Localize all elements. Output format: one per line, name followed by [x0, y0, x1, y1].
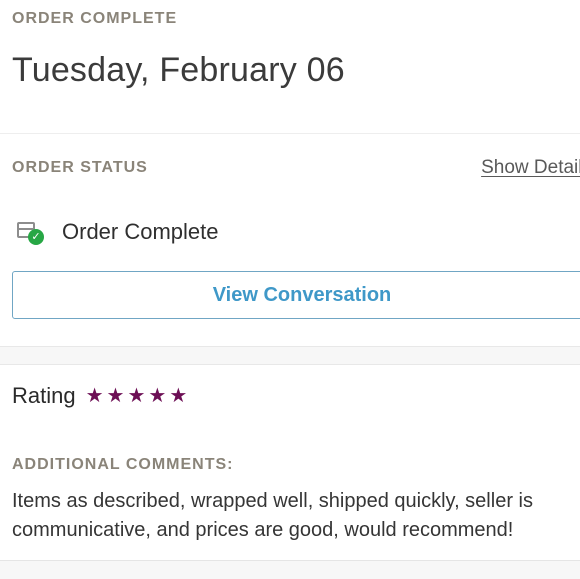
comment-line-2: communicative, and prices are good, woul… — [12, 519, 514, 541]
order-date: Tuesday, February 06 — [12, 51, 345, 89]
star-icon: ★ — [85, 385, 104, 407]
star-icon: ★ — [106, 385, 125, 407]
star-icon: ★ — [169, 385, 188, 407]
order-status-section: ORDER STATUS Show Details ✓ Order Comple… — [0, 134, 580, 346]
additional-comments-label: ADDITIONAL COMMENTS: — [12, 456, 234, 473]
order-status-text: Order Complete — [62, 219, 219, 244]
star-icon: ★ — [148, 385, 167, 407]
order-status-header: ORDER STATUS Show Details — [12, 134, 580, 202]
rating-section: Rating ★ ★ ★ ★ ★ ADDITIONAL COMMENTS: Items … — [0, 365, 580, 561]
order-detail-page: ORDER COMPLETE Tuesday, February 06 ORDE… — [0, 0, 580, 579]
view-conversation-button[interactable]: View Conversation — [12, 271, 580, 319]
comment-line-1: Items as described, wrapped well, shippe… — [12, 490, 533, 512]
star-icon: ★ — [127, 385, 146, 407]
additional-comments-text: Items as described, wrapped well, shippe… — [12, 487, 580, 545]
bottom-divider — [0, 561, 580, 579]
check-circle-icon: ✓ — [28, 229, 44, 245]
star-rating: ★ ★ ★ ★ ★ — [86, 386, 188, 406]
order-status-label: ORDER STATUS — [12, 159, 148, 176]
section-divider — [0, 346, 580, 365]
order-header: ORDER COMPLETE Tuesday, February 06 — [0, 0, 580, 134]
show-details-link[interactable]: Show Details — [481, 157, 580, 179]
box-checked-icon: ✓ — [12, 218, 44, 246]
rating-label: Rating — [12, 383, 76, 408]
order-complete-eyebrow: ORDER COMPLETE — [12, 10, 178, 27]
rating-row: Rating ★ ★ ★ ★ ★ — [12, 365, 580, 427]
order-status-row: ✓ Order Complete — [12, 208, 580, 256]
